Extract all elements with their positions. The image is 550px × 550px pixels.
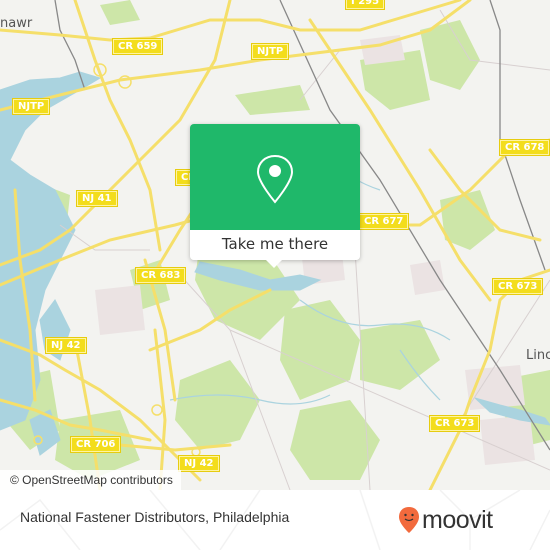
road-label-njtp: NJTP [11, 98, 51, 115]
map-view[interactable]: CR 659 NJTP NJTP I 295 CR 678 CR NJ 41 C… [0, 0, 550, 490]
moovit-logo[interactable]: moovit [398, 504, 493, 536]
location-popup[interactable]: Take me there [190, 124, 360, 268]
place-label-bellmawr: nawr [0, 16, 33, 31]
road-label-cr678: CR 678 [498, 139, 550, 156]
road-label-nj42: NJ 42 [45, 337, 87, 354]
popup-tail [266, 260, 282, 268]
road-label-cr683: CR 683 [134, 267, 187, 284]
road-label-cr673: CR 673 [428, 415, 481, 432]
place-title: National Fastener Distributors, Philadel… [20, 509, 290, 525]
road-label-nj42: NJ 42 [178, 455, 220, 472]
take-me-there-button[interactable]: Take me there [190, 230, 360, 260]
road-label-nj41: NJ 41 [76, 190, 118, 207]
moovit-pin-icon [399, 507, 419, 533]
road-label-cr706: CR 706 [69, 436, 122, 453]
moovit-wordmark: moovit [422, 505, 493, 534]
road-label-cr659: CR 659 [111, 38, 164, 55]
osm-attribution[interactable]: © OpenStreetMap contributors [0, 470, 181, 490]
place-label-lindenwold: Linc [526, 348, 550, 363]
road-label-i295: I 295 [344, 0, 386, 10]
road-label-cr673: CR 673 [491, 278, 544, 295]
popup-header [190, 124, 360, 230]
road-label-cr677: CR 677 [357, 213, 410, 230]
footer: National Fastener Distributors, Philadel… [0, 490, 550, 550]
road-label-njtp: NJTP [250, 43, 290, 60]
